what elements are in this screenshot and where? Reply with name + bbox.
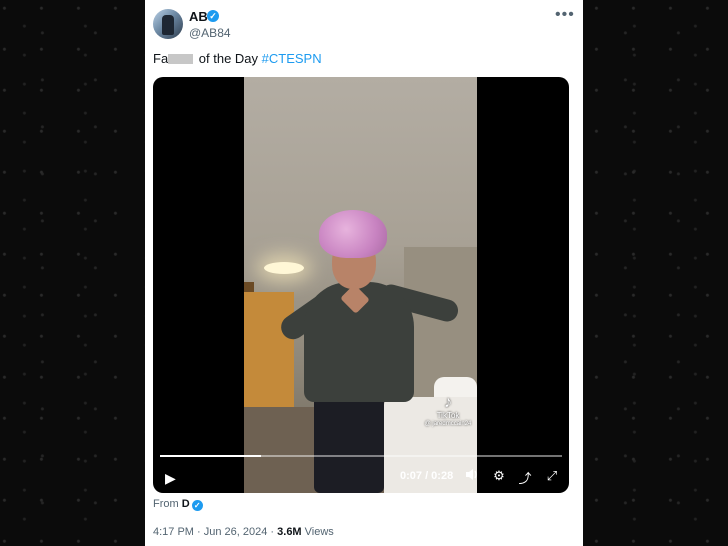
fullscreen-icon[interactable]: ⤢ <box>544 468 560 484</box>
from-name[interactable]: D <box>182 498 190 510</box>
views-count: 3.6M <box>277 526 302 538</box>
from-label: From <box>153 498 179 510</box>
tweet-card: AB ✓ @AB84 ••• Fa of the Day #CTESPN ♪ T… <box>145 0 583 546</box>
video-progress-fill <box>160 455 261 457</box>
popout-icon[interactable]: ⤴ <box>517 468 533 487</box>
from-verified-icon: ✓ <box>191 500 203 511</box>
verified-badge-icon: ✓ <box>207 10 219 22</box>
author-name[interactable]: AB <box>189 9 208 24</box>
play-icon[interactable]: ▶ <box>165 470 176 487</box>
settings-icon[interactable]: ⚙ <box>491 468 507 484</box>
volume-icon[interactable] <box>464 468 480 484</box>
more-options-icon[interactable]: ••• <box>555 6 575 24</box>
tiktok-brand: TikTok <box>436 411 460 420</box>
tiktok-username: @ jaredmccain24 <box>424 421 472 427</box>
tiktok-watermark: ♪ TikTok @ jaredmccain24 <box>419 394 477 428</box>
video-frame: ♪ TikTok @ jaredmccain24 <box>244 77 477 493</box>
video-person-bonnet <box>319 210 387 258</box>
tiktok-logo-icon: ♪ <box>444 394 452 411</box>
from-attribution: From D ✓ <box>153 498 203 511</box>
video-player[interactable]: ♪ TikTok @ jaredmccain24 ▶ 0:07 / 0:28 ⚙… <box>153 77 569 493</box>
video-door <box>244 292 294 407</box>
views-label: Views <box>301 526 334 538</box>
tweet-text-prefix: Fa <box>153 51 169 66</box>
avatar[interactable] <box>153 9 183 39</box>
tweet-text: Fa of the Day #CTESPN <box>153 51 322 66</box>
video-time: 0:07 / 0:28 <box>400 470 454 482</box>
author-handle[interactable]: @AB84 <box>189 26 231 40</box>
tweet-text-suffix: of the Day <box>195 51 262 66</box>
video-progress-bar[interactable] <box>160 455 562 457</box>
tweet-meta: 4:17 PM · Jun 26, 2024 · 3.6M Views <box>153 526 334 538</box>
hashtag-link[interactable]: #CTESPN <box>262 51 322 66</box>
video-ceiling-light <box>264 262 304 274</box>
tweet-timestamp[interactable]: 4:17 PM · Jun 26, 2024 · <box>153 526 277 538</box>
censor-bar <box>168 54 194 64</box>
